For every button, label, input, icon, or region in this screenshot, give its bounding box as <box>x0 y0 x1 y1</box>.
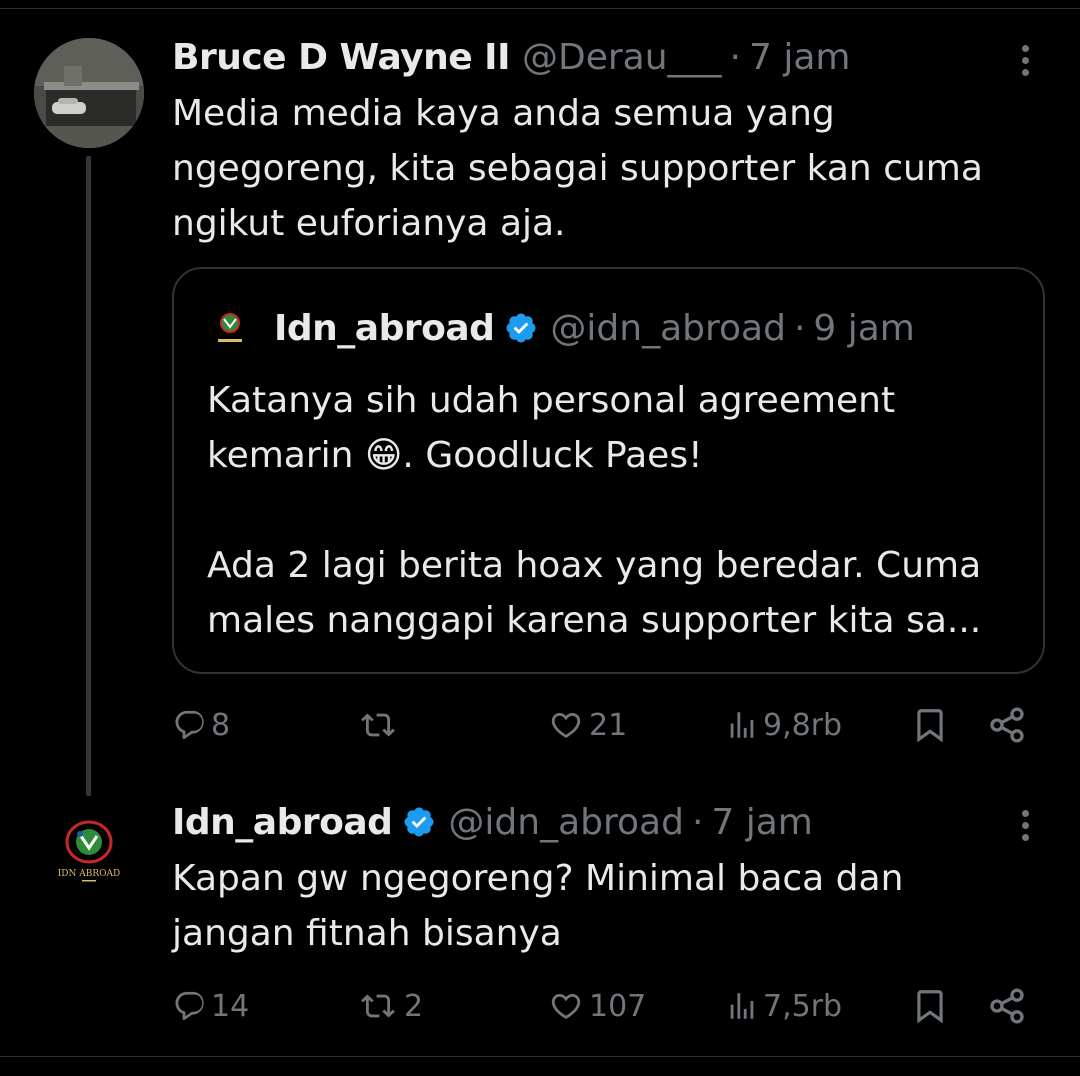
views-icon <box>730 712 754 738</box>
separator-dot: · <box>691 801 704 843</box>
tweet-1-header: Bruce D Wayne II @Derau___ · 7 jam <box>172 32 850 82</box>
text-line: Katanya sih udah personal agreement <box>207 380 896 421</box>
like-count: 107 <box>589 988 647 1024</box>
tweet-1-actions: 8 21 9,8rb <box>0 700 1080 750</box>
like-button[interactable]: 21 <box>547 700 627 750</box>
reply-button[interactable]: 14 <box>173 981 249 1031</box>
share-icon <box>990 707 1024 743</box>
like-count: 21 <box>589 707 628 743</box>
garage-photo-icon <box>34 38 144 148</box>
tweet-time[interactable]: 7 jam <box>749 37 850 78</box>
text-line: Media media kaya anda semua yang <box>172 93 835 134</box>
repost-count: 2 <box>404 988 424 1024</box>
author-handle[interactable]: @idn_abroad <box>448 802 684 843</box>
separator-dot: · <box>793 307 806 349</box>
quote-author-name[interactable]: Idn_abroad <box>274 308 495 349</box>
text-line: males nanggapi karena supporter kita sa.… <box>207 600 982 641</box>
tweet-time[interactable]: 7 jam <box>711 802 812 843</box>
idn-abroad-logo-icon <box>208 307 252 351</box>
tweet-1-text: Media media kaya anda semua yang ngegore… <box>172 86 1032 251</box>
avatar-idn-abroad[interactable]: IDN ABROAD <box>34 798 144 908</box>
views-button[interactable]: 9,8rb <box>725 700 842 750</box>
views-button[interactable]: 7,5rb <box>725 981 842 1031</box>
text-line: jangan fitnah bisanya <box>172 913 562 954</box>
tweet-2-text: Kapan gw ngegoreng? Minimal baca dan jan… <box>172 851 1032 961</box>
share-button[interactable] <box>987 700 1027 750</box>
like-icon <box>551 712 581 738</box>
views-icon <box>730 993 754 1019</box>
quote-author-handle[interactable]: @idn_abroad <box>550 308 786 349</box>
bookmark-icon <box>917 709 943 743</box>
share-icon <box>990 988 1024 1024</box>
bookmark-button[interactable] <box>911 981 949 1031</box>
tweet-2-actions: 14 2 107 7,5rb <box>0 981 1080 1031</box>
verified-icon <box>506 313 536 343</box>
more-icon[interactable] <box>1005 35 1045 85</box>
verified-icon <box>404 807 434 837</box>
quoted-tweet[interactable]: Idn_abroad @idn_abroad · 9 jam Katanya s… <box>172 267 1045 674</box>
text-line: Ada 2 lagi berita hoax yang beredar. Cum… <box>207 545 982 586</box>
reply-count: 14 <box>211 988 250 1024</box>
author-name[interactable]: Idn_abroad <box>172 802 393 843</box>
views-count: 9,8rb <box>763 707 843 743</box>
bookmark-button[interactable] <box>911 700 949 750</box>
idn-abroad-logo-icon: IDN ABROAD <box>34 798 144 908</box>
avatar-bruce[interactable] <box>34 38 144 148</box>
text-line: ngegoreng, kita sebagai supporter kan cu… <box>172 148 983 189</box>
share-button[interactable] <box>987 981 1027 1031</box>
reply-icon <box>175 991 204 1021</box>
text-line: ngikut euforianya aja. <box>172 203 566 244</box>
quote-text: Katanya sih udah personal agreement kema… <box>207 373 1027 648</box>
quote-header: Idn_abroad @idn_abroad · 9 jam <box>274 303 915 353</box>
text-line <box>207 483 1027 538</box>
repost-icon <box>361 713 395 737</box>
quote-avatar-idn-abroad[interactable] <box>208 307 252 351</box>
separator-dot: · <box>729 36 741 78</box>
bottom-divider <box>0 1056 1080 1057</box>
tweet-2-header: Idn_abroad @idn_abroad · 7 jam <box>172 797 813 847</box>
like-button[interactable]: 107 <box>547 981 646 1031</box>
author-handle[interactable]: @Derau___ <box>522 37 722 78</box>
repost-button[interactable] <box>356 700 404 750</box>
top-divider <box>0 8 1080 9</box>
reply-button[interactable]: 8 <box>173 700 230 750</box>
logo-wordmark: IDN ABROAD <box>58 869 121 879</box>
quote-time[interactable]: 9 jam <box>813 308 914 349</box>
like-icon <box>551 993 581 1019</box>
text-line: kemarin 😁. Goodluck Paes! <box>207 435 703 476</box>
more-icon[interactable] <box>1005 800 1045 850</box>
reply-count: 8 <box>211 707 231 743</box>
repost-icon <box>361 994 395 1018</box>
text-line: Kapan gw ngegoreng? Minimal baca dan <box>172 858 904 899</box>
repost-button[interactable]: 2 <box>356 981 423 1031</box>
author-name[interactable]: Bruce D Wayne II <box>172 37 510 78</box>
views-count: 7,5rb <box>763 988 843 1024</box>
reply-icon <box>175 710 204 740</box>
bookmark-icon <box>917 990 943 1024</box>
